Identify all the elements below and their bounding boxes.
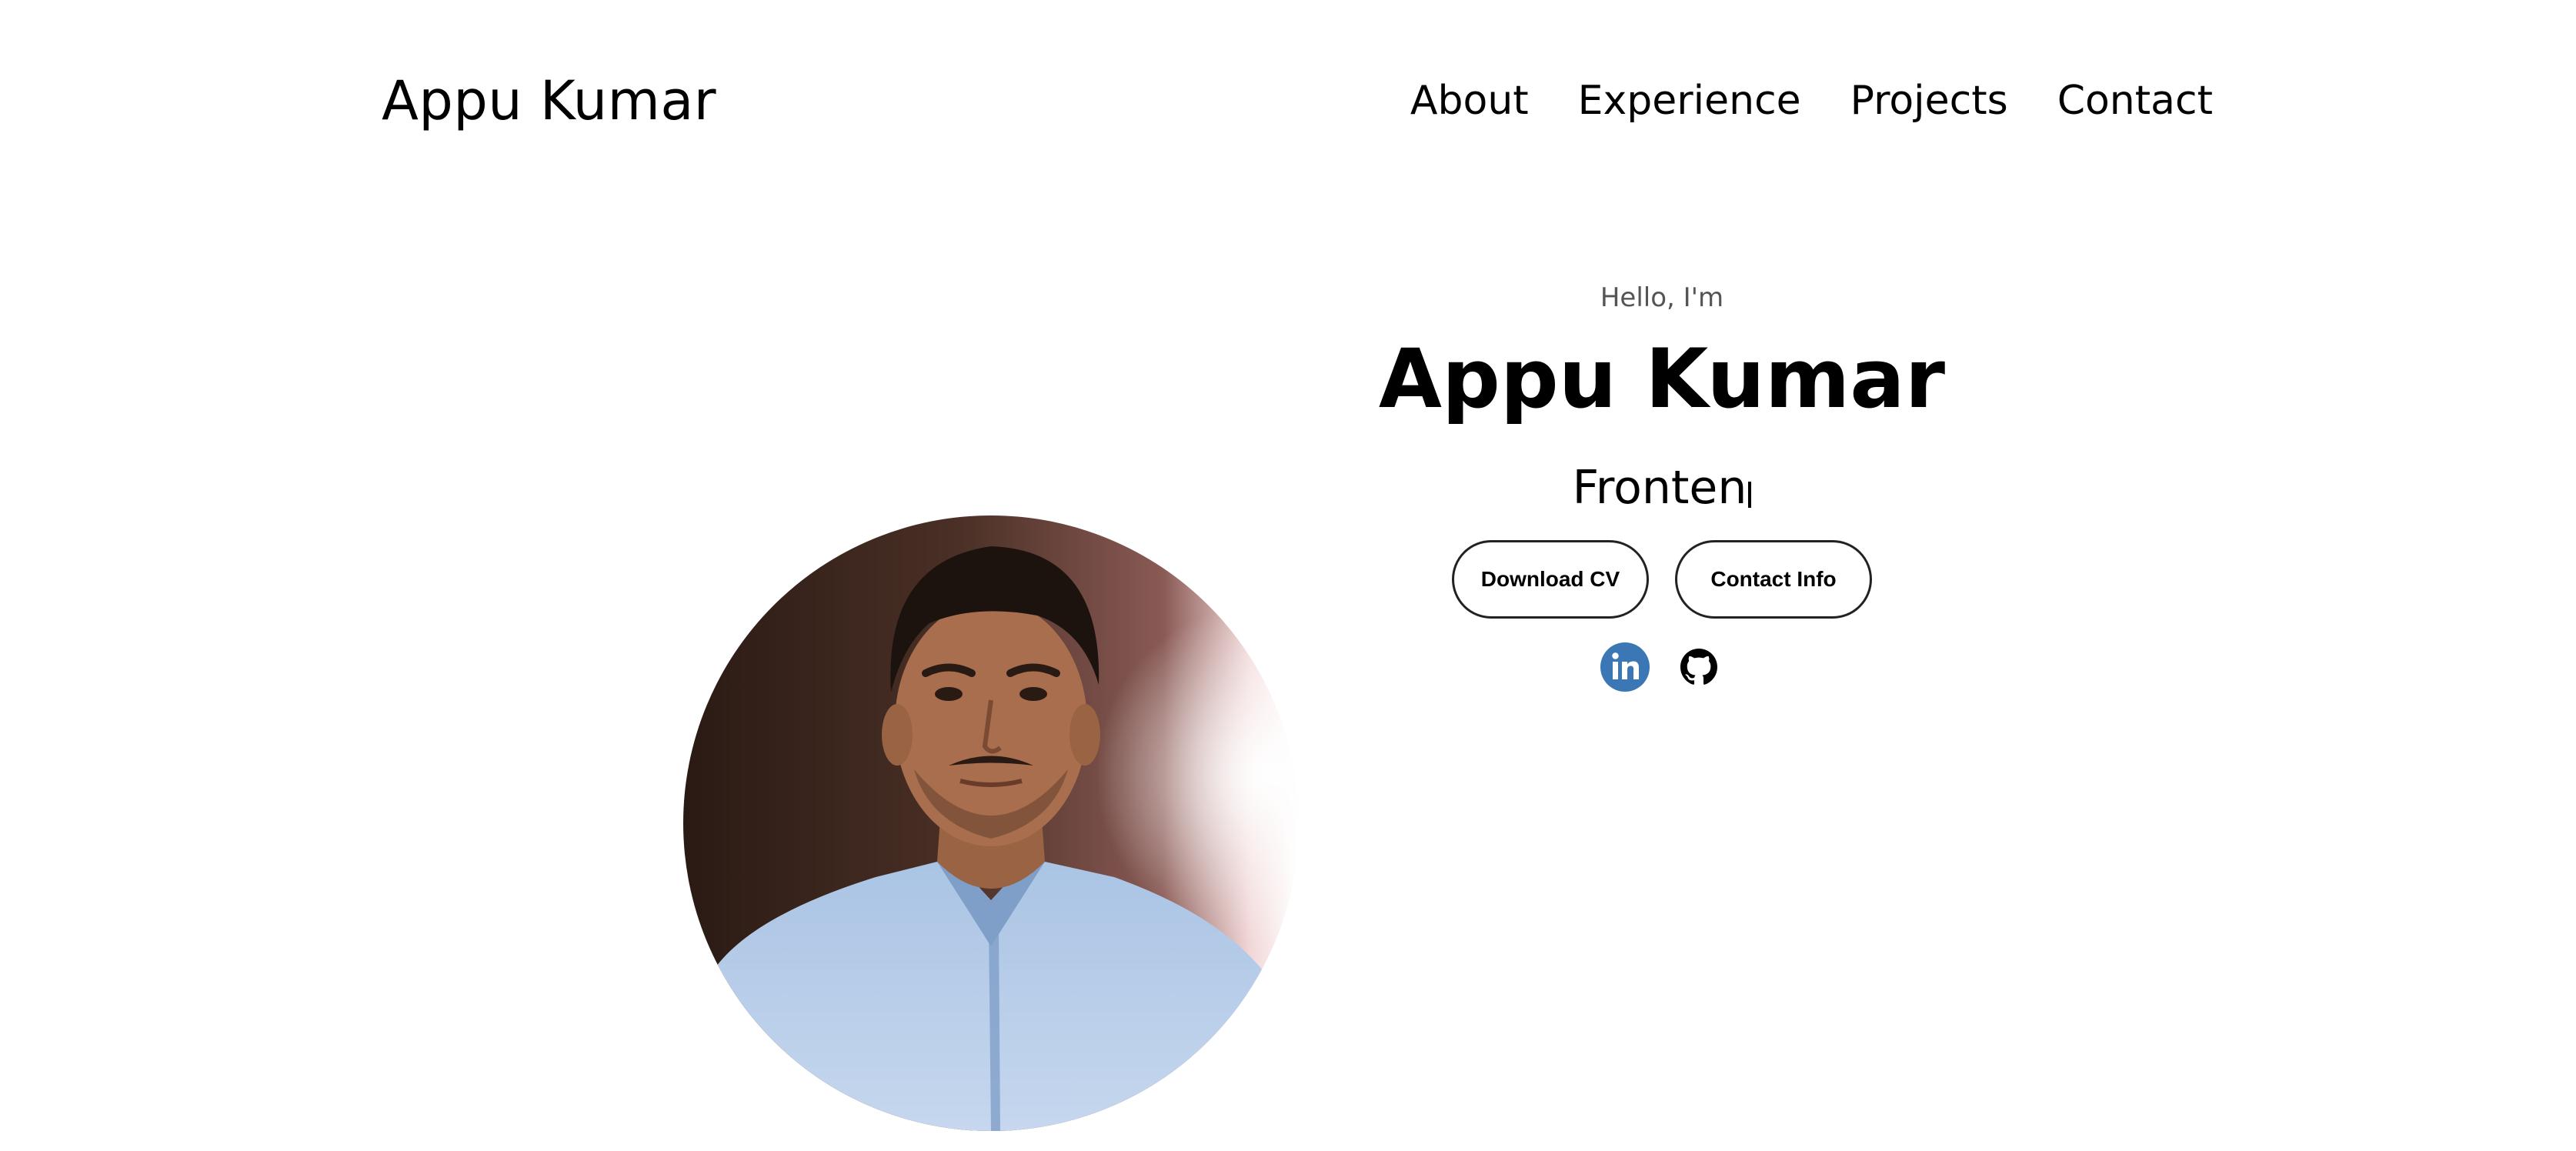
- social-links: [1354, 642, 1970, 692]
- linkedin-icon[interactable]: [1600, 642, 1650, 692]
- hero-name: Appu Kumar: [1378, 332, 1946, 426]
- nav-projects-link[interactable]: Projects: [1850, 74, 2008, 128]
- typed-role-text: Fronten: [1572, 461, 1747, 515]
- greeting-text: Hello, I'm: [1600, 282, 1724, 313]
- download-cv-button[interactable]: Download CV: [1452, 540, 1649, 619]
- contact-info-button[interactable]: Contact Info: [1675, 540, 1872, 619]
- github-icon[interactable]: [1673, 642, 1724, 692]
- nav-experience-link[interactable]: Experience: [1578, 74, 1801, 128]
- typing-caret: [1748, 482, 1752, 508]
- typed-role: Fronten: [1354, 455, 1970, 520]
- profile-photo: [683, 515, 1299, 1131]
- nav-about-link[interactable]: About: [1410, 74, 1529, 128]
- hero-buttons: Download CV Contact Info: [1354, 540, 1970, 619]
- main-nav: About Experience Projects Contact: [1410, 74, 2213, 128]
- hero-section: Hello, I'm Appu Kumar Fronten Download C…: [1354, 277, 1970, 692]
- nav-contact-link[interactable]: Contact: [2057, 74, 2213, 128]
- site-logo[interactable]: Appu Kumar: [382, 66, 716, 135]
